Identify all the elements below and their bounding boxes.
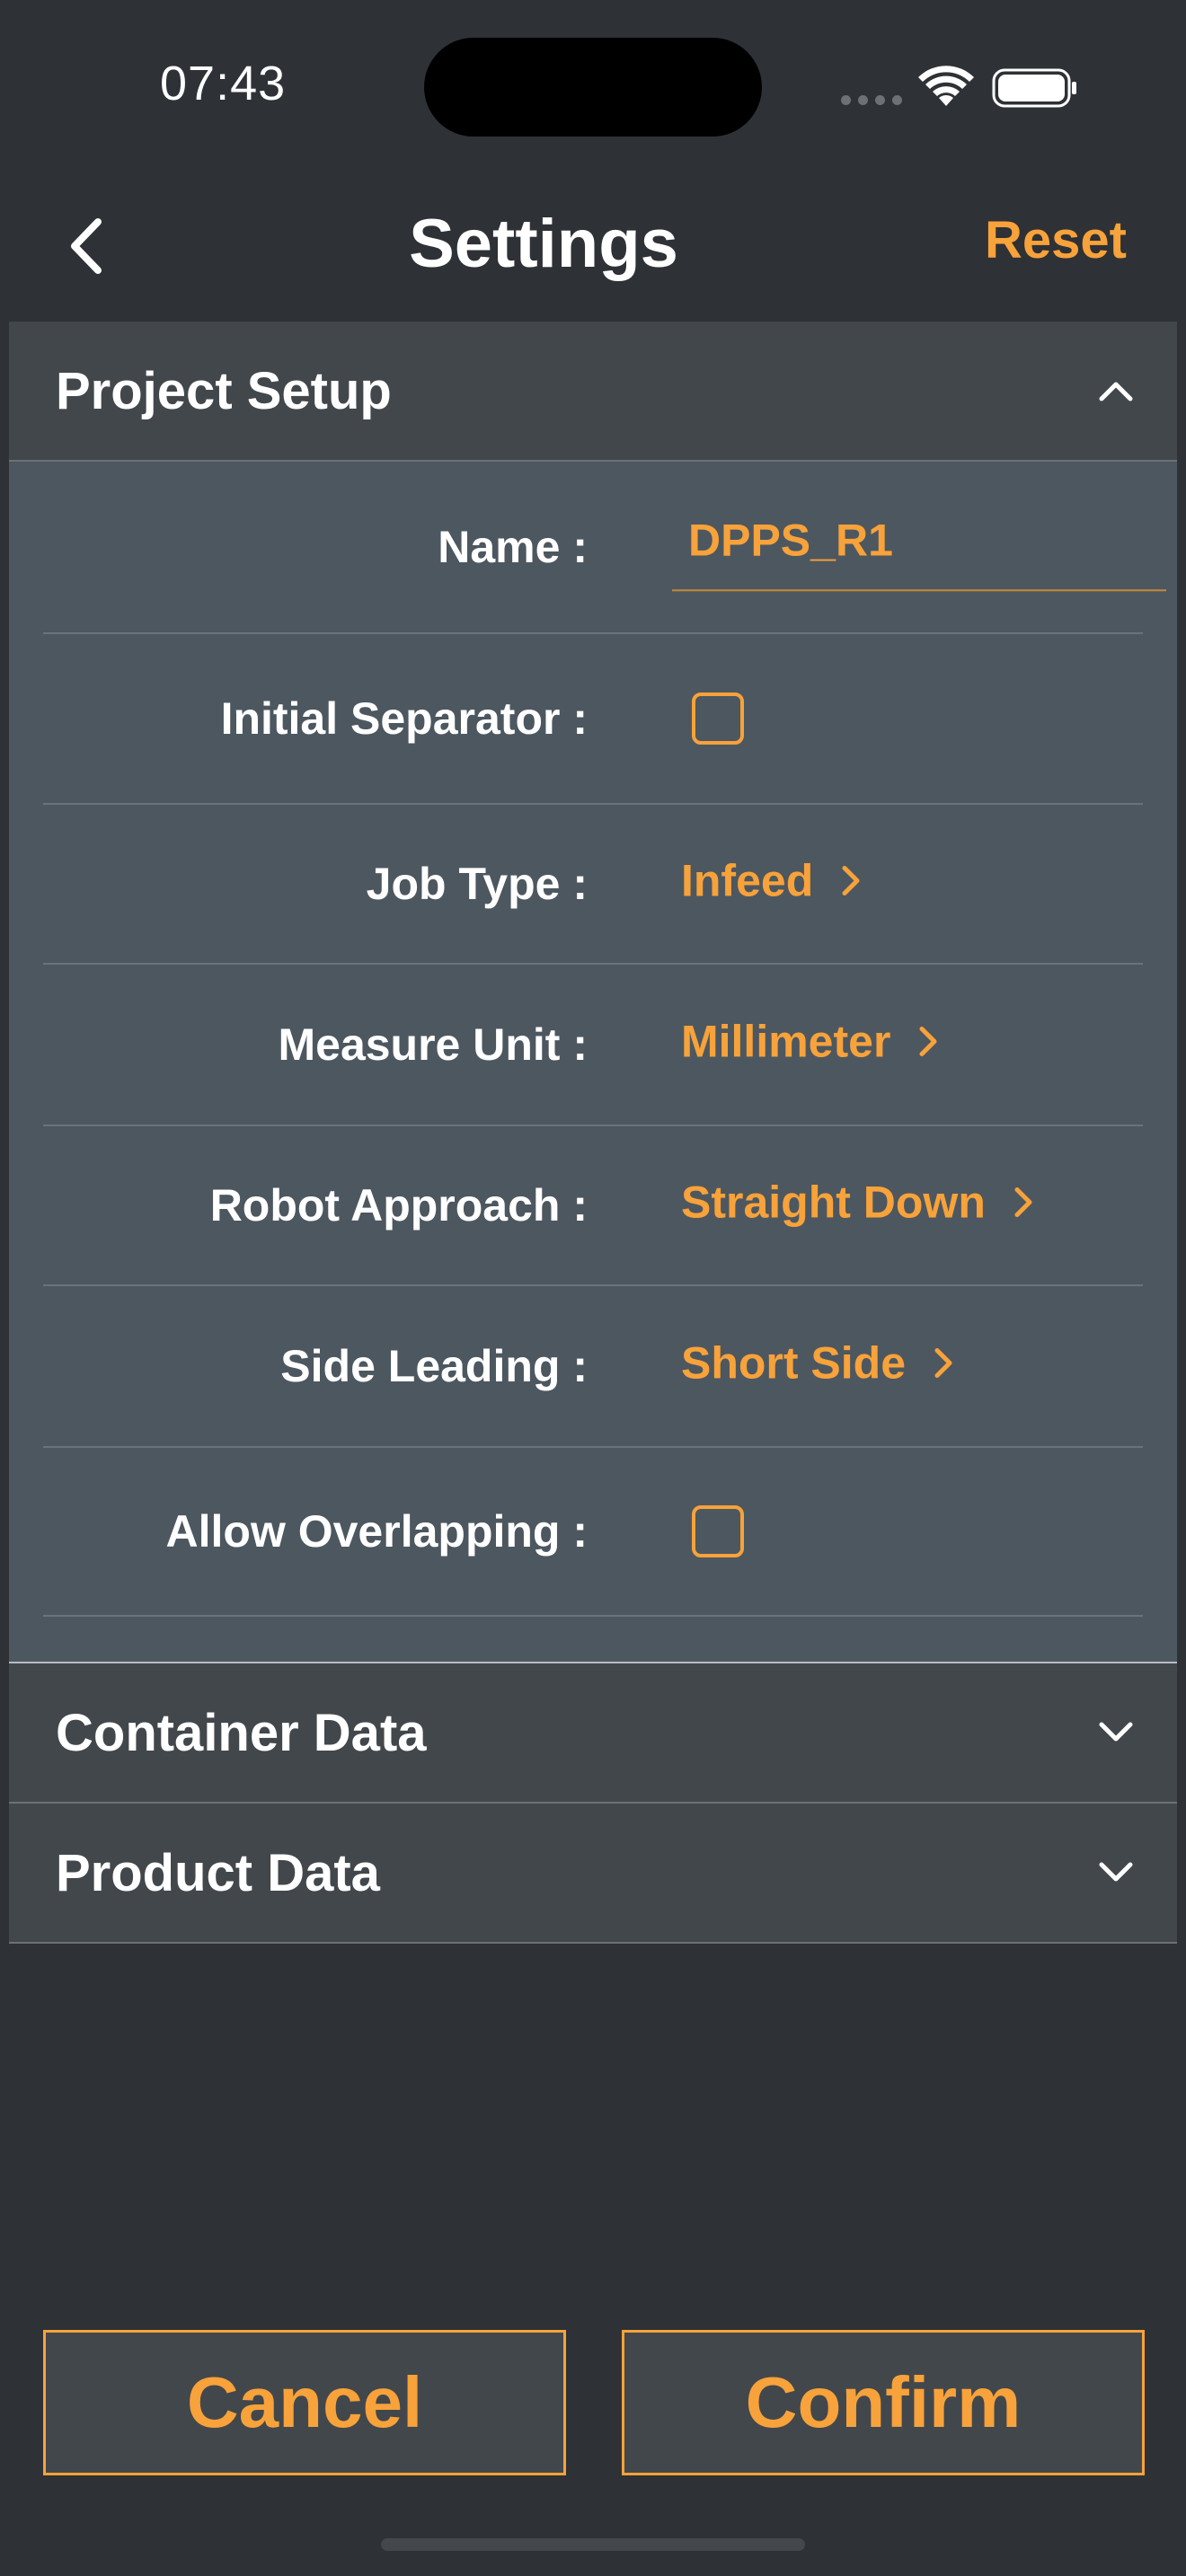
job-type-value[interactable]: Infeed <box>681 855 862 907</box>
measure-unit-value-text: Millimeter <box>681 1016 891 1067</box>
measure-unit-value[interactable]: Millimeter <box>681 1016 939 1068</box>
chevron-down-icon <box>1099 1862 1133 1882</box>
chevron-right-icon <box>934 1348 952 1379</box>
project-setup-title: Project Setup <box>56 361 392 420</box>
robot-approach-value-text: Straight Down <box>681 1177 986 1228</box>
initial-separator-row: Initial Separator : <box>43 634 1143 805</box>
name-input[interactable] <box>672 490 1166 592</box>
dynamic-island <box>424 38 762 137</box>
allow-overlapping-label: Allow Overlapping : <box>165 1506 588 1557</box>
job-type-label: Job Type : <box>366 859 588 909</box>
project-setup-body: Name : Initial Separator : Job Type : In… <box>9 462 1177 1663</box>
chevron-right-icon <box>919 1027 937 1057</box>
initial-separator-checkbox[interactable] <box>692 693 744 745</box>
name-row: Name : <box>43 462 1166 634</box>
measure-unit-label: Measure Unit : <box>278 1019 588 1070</box>
wifi-icon <box>918 66 974 106</box>
reset-button[interactable]: Reset <box>985 210 1127 270</box>
page-title: Settings <box>409 206 678 282</box>
allow-overlapping-row: Allow Overlapping : <box>43 1448 1143 1617</box>
measure-unit-row[interactable]: Measure Unit : Millimeter <box>43 965 1143 1126</box>
cellular-signal-icon <box>841 95 902 105</box>
side-leading-label: Side Leading : <box>280 1341 588 1391</box>
nav-bar: Settings Reset <box>0 171 1186 322</box>
chevron-down-icon <box>1099 1722 1133 1742</box>
cancel-button[interactable]: Cancel <box>43 2330 566 2475</box>
side-leading-value[interactable]: Short Side <box>681 1337 954 1389</box>
home-indicator[interactable] <box>381 2538 805 2551</box>
job-type-row[interactable]: Job Type : Infeed <box>43 805 1143 965</box>
name-label: Name : <box>438 522 588 572</box>
settings-screen: 07:43 Settings Reset Project Setup Name … <box>0 0 1186 2576</box>
robot-approach-label: Robot Approach : <box>209 1180 588 1231</box>
product-data-title: Product Data <box>56 1843 380 1902</box>
product-data-header[interactable]: Product Data <box>9 1804 1177 1944</box>
project-setup-header[interactable]: Project Setup <box>9 322 1177 462</box>
battery-icon <box>992 68 1076 108</box>
chevron-up-icon <box>1099 382 1133 401</box>
container-data-title: Container Data <box>56 1703 427 1762</box>
side-leading-value-text: Short Side <box>681 1337 907 1389</box>
confirm-button[interactable]: Confirm <box>622 2330 1145 2475</box>
robot-approach-value[interactable]: Straight Down <box>681 1177 1034 1229</box>
status-time: 07:43 <box>160 57 287 110</box>
chevron-right-icon <box>842 866 860 896</box>
settings-accordion: Project Setup Name : Initial Separator :… <box>9 322 1177 1944</box>
allow-overlapping-checkbox[interactable] <box>692 1505 744 1557</box>
robot-approach-row[interactable]: Robot Approach : Straight Down <box>43 1126 1143 1286</box>
job-type-value-text: Infeed <box>681 855 814 906</box>
container-data-header[interactable]: Container Data <box>9 1663 1177 1804</box>
chevron-right-icon <box>1014 1187 1032 1218</box>
initial-separator-label: Initial Separator : <box>220 693 588 744</box>
status-bar: 07:43 <box>0 0 1186 171</box>
side-leading-row[interactable]: Side Leading : Short Side <box>43 1286 1143 1448</box>
